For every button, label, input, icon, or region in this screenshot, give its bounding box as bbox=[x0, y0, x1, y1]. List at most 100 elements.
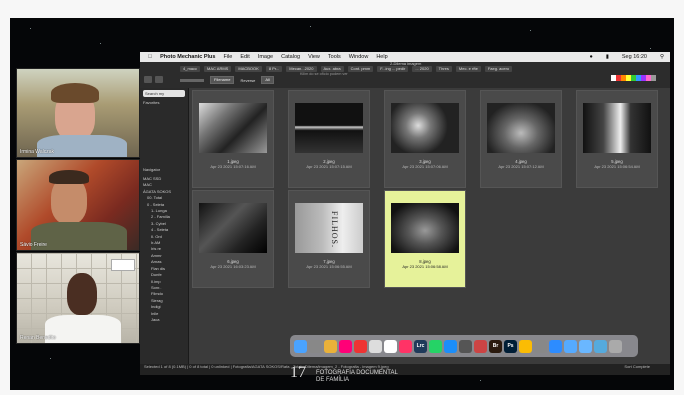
photo-thumbnail[interactable] bbox=[199, 203, 267, 253]
photo-date: Apr 23 2021 15:07:16 AM bbox=[210, 164, 256, 169]
participant-tile[interactable]: Renan Benedito bbox=[16, 252, 140, 344]
chrome-icon[interactable] bbox=[324, 339, 337, 353]
overlay-number: 17 bbox=[290, 364, 306, 381]
tooltip-text: Kilim do se ofício podem ver bbox=[300, 72, 348, 76]
menu-help[interactable]: Help bbox=[376, 54, 387, 60]
shared-screen:  Photo Mechanic Plus File Edit Image Ca… bbox=[140, 52, 670, 375]
path-crumb[interactable]: Mec. e rfte bbox=[455, 66, 481, 72]
ingest-icon[interactable] bbox=[155, 76, 163, 83]
bridge-icon[interactable]: Br bbox=[489, 339, 502, 353]
camera-icon[interactable] bbox=[144, 76, 152, 83]
path-crumb[interactable]: 4_macc bbox=[180, 66, 201, 72]
status-text: Selected 1 of 8 (0.1MB) | 0 of 8 total |… bbox=[144, 364, 389, 369]
mac-dock: Lrc Br Ps bbox=[290, 335, 638, 357]
zoom-slider[interactable] bbox=[180, 78, 204, 82]
overlay-line2: DE FAMÍLIA bbox=[316, 377, 350, 383]
calendar-icon[interactable] bbox=[354, 339, 367, 353]
photo-thumbnail[interactable] bbox=[199, 103, 267, 153]
photos-icon[interactable] bbox=[339, 339, 352, 353]
photo-cell[interactable]: 3.jpeg Apr 23 2021 15:07:06 AM bbox=[384, 90, 466, 188]
path-crumb[interactable]: F...ing ... pedir bbox=[377, 66, 409, 72]
photo-cell-selected[interactable]: 8.jpeg Apr 23 2021 15:06:58 AM bbox=[384, 190, 466, 288]
status-bar: Selected 1 of 8 (0.1MB) | 0 of 8 total |… bbox=[140, 364, 670, 375]
battery-icon[interactable]: ▮ bbox=[606, 54, 609, 60]
photo-thumbnail[interactable] bbox=[583, 103, 651, 153]
navigator-label[interactable]: Navigator bbox=[143, 167, 160, 172]
path-crumb[interactable]: Cont. pmm bbox=[347, 66, 374, 72]
participant-tile[interactable]: Irmina Walczak bbox=[16, 68, 140, 158]
photo-thumbnail[interactable] bbox=[391, 203, 459, 253]
status-right: Sort Complete bbox=[624, 364, 650, 369]
photoshop-icon[interactable]: Ps bbox=[504, 339, 517, 353]
drive-icon[interactable] bbox=[519, 339, 532, 353]
appstore-icon[interactable] bbox=[444, 339, 457, 353]
photo-cell[interactable]: 4.jpeg Apr 23 2021 15:07:12 AM bbox=[480, 90, 562, 188]
video-call-frame: Irmina Walczak Sávio Freire Renan Benedi… bbox=[10, 18, 674, 390]
menu-catalog[interactable]: Catalog bbox=[281, 54, 300, 60]
contact-sheet-toolbar: 2-Dilema imagem 4_macc MAC ARMS MACBOOK 8 P… bbox=[140, 61, 670, 88]
photo-date: Apr 23 2021 15:06:54 AM bbox=[594, 164, 640, 169]
reminders-icon[interactable] bbox=[384, 339, 397, 353]
favorites-label[interactable]: Favorites bbox=[143, 100, 159, 105]
photo-date: Apr 23 2021 15:07:12 AM bbox=[498, 164, 544, 169]
photo-date: Apr 23 2021 15:06:55 AM bbox=[306, 264, 352, 269]
color-class-swatches[interactable] bbox=[611, 75, 656, 81]
participant-name: Irmina Walczak bbox=[20, 149, 54, 155]
whatsapp-icon[interactable] bbox=[429, 339, 442, 353]
reverse-checkbox[interactable]: Reverse bbox=[240, 78, 255, 83]
tree-item[interactable]: Jaca bbox=[143, 317, 187, 323]
downloads-icon[interactable] bbox=[594, 339, 607, 353]
photo-date: Apr 23 2021 15:07:15 AM bbox=[306, 164, 352, 169]
lrc-icon[interactable]: Lrc bbox=[414, 339, 427, 353]
menu-file[interactable]: File bbox=[223, 54, 232, 60]
spotlight-icon[interactable]: ⚲ bbox=[660, 54, 664, 60]
mail-icon[interactable] bbox=[564, 339, 577, 353]
search-input[interactable]: Search my bbox=[143, 90, 185, 97]
photo-thumbnail[interactable]: FILHOS. bbox=[295, 203, 363, 253]
zoom-icon[interactable] bbox=[549, 339, 562, 353]
photo-date: Apr 23 2021 15:07:06 AM bbox=[402, 164, 448, 169]
folder-icon[interactable] bbox=[579, 339, 592, 353]
folder-tree[interactable]: MAC SSD MAC ÁGATA SOKOS 00. Total 0 - Seleta… bbox=[143, 176, 187, 323]
menu-view[interactable]: View bbox=[308, 54, 320, 60]
screenshot-icon[interactable] bbox=[459, 339, 472, 353]
path-crumb[interactable]: Thres bbox=[435, 66, 452, 72]
sort-select[interactable]: Filename bbox=[210, 76, 235, 84]
overlay-line1: FOTOGRAFIA DOCUMENTAL bbox=[316, 370, 398, 376]
music-icon[interactable] bbox=[399, 339, 412, 353]
menu-window[interactable]: Window bbox=[349, 54, 369, 60]
wifi-icon[interactable]: ● bbox=[590, 54, 593, 60]
apple-icon[interactable]:  bbox=[148, 54, 152, 60]
settings-icon[interactable] bbox=[534, 339, 547, 353]
menu-app-name[interactable]: Photo Mechanic Plus bbox=[160, 54, 215, 60]
photo-date: Apr 23 2021 15:06:58 AM bbox=[402, 264, 448, 269]
menu-image[interactable]: Image bbox=[258, 54, 273, 60]
path-crumb[interactable]: ... 2020 bbox=[412, 66, 432, 72]
notes-icon[interactable] bbox=[369, 339, 382, 353]
photo-cell[interactable]: FILHOS. 7.jpeg Apr 23 2021 15:06:55 AM bbox=[288, 190, 370, 288]
preview-icon[interactable] bbox=[474, 339, 487, 353]
path-crumb[interactable]: MAC ARMS bbox=[204, 66, 232, 72]
menubar-clock[interactable]: Seg 16:20 bbox=[622, 54, 647, 60]
menu-tools[interactable]: Tools bbox=[328, 54, 341, 60]
path-crumb[interactable]: Faeg. acero bbox=[484, 66, 513, 72]
trash-icon[interactable] bbox=[609, 339, 622, 353]
photo-cell[interactable]: 2.jpeg Apr 23 2021 15:07:15 AM bbox=[288, 90, 370, 188]
filter-select[interactable]: All bbox=[261, 76, 274, 84]
photo-thumbnail[interactable] bbox=[391, 103, 459, 153]
path-crumb[interactable]: MACBOOK bbox=[235, 66, 262, 72]
photo-thumbnail[interactable] bbox=[487, 103, 555, 153]
photo-date: Apr 23 2021 16:03:23 AM bbox=[210, 264, 256, 269]
finder-icon[interactable] bbox=[294, 339, 307, 353]
path-crumb[interactable]: 8 Pr... bbox=[265, 66, 283, 72]
participant-tile[interactable]: Sávio Freire bbox=[16, 159, 140, 251]
photo-thumbnail[interactable] bbox=[295, 103, 363, 153]
photo-cell[interactable]: 6.jpeg Apr 23 2021 16:03:23 AM bbox=[192, 190, 274, 288]
participant-name: Renan Benedito bbox=[20, 335, 56, 341]
sidebar: Search my Favorites Navigator MAC SSD MAC… bbox=[140, 88, 189, 364]
menu-edit[interactable]: Edit bbox=[240, 54, 249, 60]
launchpad-icon[interactable] bbox=[309, 339, 322, 353]
photo-cell[interactable]: 5.jpeg Apr 23 2021 15:06:54 AM bbox=[576, 90, 658, 188]
participant-name: Sávio Freire bbox=[20, 242, 47, 248]
photo-cell[interactable]: 1.jpeg Apr 23 2021 15:07:16 AM bbox=[192, 90, 274, 188]
